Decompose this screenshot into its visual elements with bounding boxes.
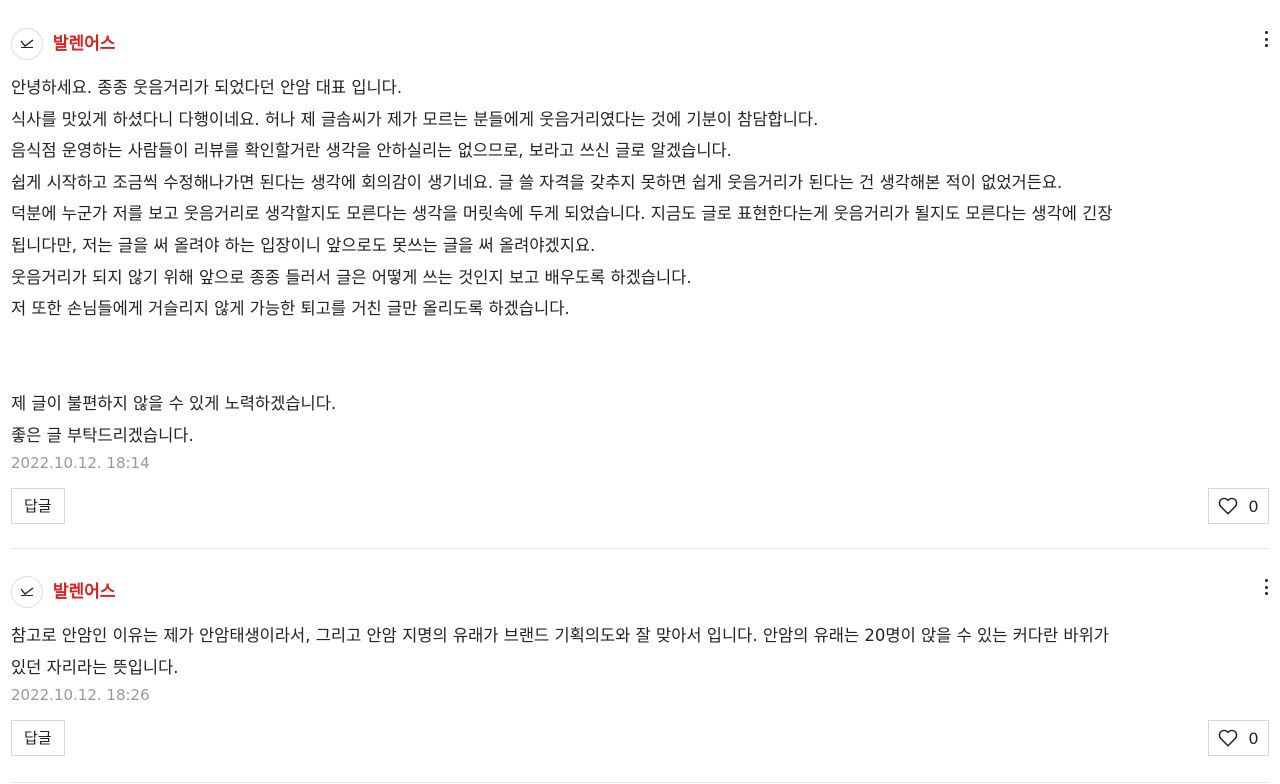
comment-item: 발렌어스 안녕하세요. 종종 웃음거리가 되었다던 안암 대표 입니다. 식사를… <box>11 28 1269 525</box>
more-vertical-icon[interactable] <box>1259 28 1273 50</box>
comment-line: 좋은 글 부탁드리겠습니다. <box>11 425 194 445</box>
comment-line: 있던 자리라는 뜻입니다. <box>11 657 179 677</box>
comment-body: 안녕하세요. 종종 웃음거리가 되었다던 안암 대표 입니다. 식사를 맛있게 … <box>11 72 1269 451</box>
comment-header: 발렌어스 <box>11 576 1269 610</box>
avatar[interactable] <box>11 576 43 608</box>
comment-divider <box>11 548 1269 549</box>
comment-line: 덕분에 누군가 저를 보고 웃음거리로 생각할지도 모른다는 생각을 머릿속에 … <box>11 204 1113 224</box>
reply-button[interactable]: 답글 <box>11 720 65 757</box>
heart-outline-icon <box>1219 497 1238 515</box>
comment-line: 저 또한 손님들에게 거슬리지 않게 가능한 퇴고를 거친 글만 올리도록 하겠… <box>11 299 570 319</box>
comment-header: 발렌어스 <box>11 28 1269 62</box>
comment-line: 참고로 안암인 이유는 제가 안암태생이라서, 그리고 안암 지명의 유래가 브… <box>11 626 1109 645</box>
like-count: 0 <box>1248 496 1259 516</box>
like-button[interactable]: 0 <box>1208 720 1269 757</box>
comment-line: 웃음거리가 되지 않기 위해 앞으로 종종 들러서 글은 어떻게 쓰는 것인지 … <box>11 267 692 287</box>
avatar[interactable] <box>11 28 43 60</box>
comment-date: 2022.10.12. 18:26 <box>11 686 150 705</box>
like-button[interactable]: 0 <box>1208 488 1269 525</box>
brand-logo-icon <box>20 587 34 596</box>
more-vertical-icon[interactable] <box>1259 576 1273 598</box>
comment-body: 참고로 안암인 이유는 제가 안암태생이라서, 그리고 안암 지명의 유래가 브… <box>11 620 1269 683</box>
comment-line: 음식점 운영하는 사람들이 리뷰를 확인할거란 생각을 안하실리는 없으므로, … <box>11 141 732 161</box>
reply-button[interactable]: 답글 <box>11 488 65 525</box>
comment-line-blank <box>11 356 1269 388</box>
heart-outline-icon <box>1219 729 1238 747</box>
comment-actions: 답글 0 <box>11 720 1269 757</box>
comment-item: 발렌어스 참고로 안암인 이유는 제가 안암태생이라서, 그리고 안암 지명의 … <box>11 576 1269 757</box>
author-name[interactable]: 발렌어스 <box>53 32 116 56</box>
comment-actions: 답글 0 <box>11 488 1269 525</box>
author-name[interactable]: 발렌어스 <box>53 580 116 604</box>
comment-date: 2022.10.12. 18:14 <box>11 454 150 473</box>
comment-line: 쉽게 시작하고 조금씩 수정해나가면 된다는 생각에 회의감이 생기네요. 글 … <box>11 172 1063 192</box>
brand-logo-icon <box>20 39 34 48</box>
comment-line: 식사를 맛있게 하셨다니 다행이네요. 허나 제 글솜씨가 제가 모르는 분들에… <box>11 109 819 129</box>
like-count: 0 <box>1248 728 1259 748</box>
comment-line-blank <box>11 325 1269 357</box>
comment-line: 됩니다만, 저는 글을 써 올려야 하는 입장이니 앞으로도 못쓰는 글을 써 … <box>11 235 596 255</box>
comment-line: 안녕하세요. 종종 웃음거리가 되었다던 안암 대표 입니다. <box>11 78 403 97</box>
comment-line: 제 글이 불편하지 않을 수 있게 노력하겠습니다. <box>11 393 337 413</box>
comment-divider <box>11 782 1269 783</box>
